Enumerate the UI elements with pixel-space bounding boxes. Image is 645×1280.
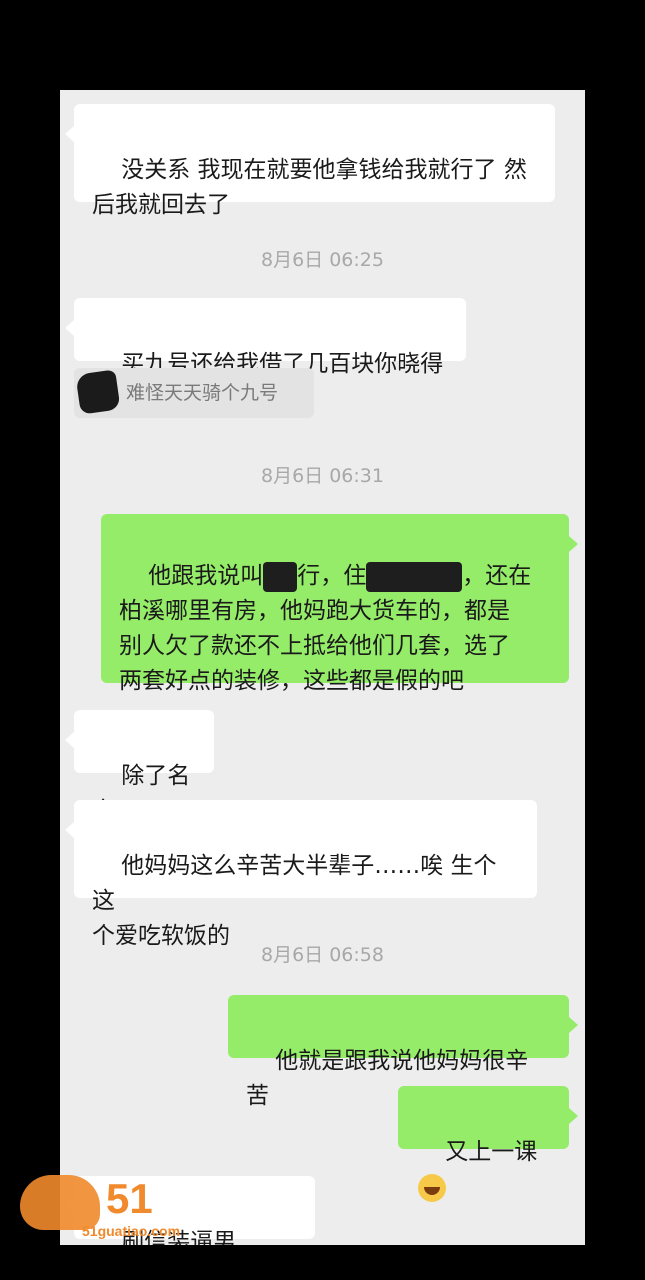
chat-panel: 没关系 我现在就要他拿钱给我就行了 然 后我就回去了 8月6日 06:25 买九… — [60, 90, 585, 1245]
message-bubble-incoming[interactable]: 除了名字 — [65, 710, 214, 824]
quoted-reply[interactable]: 难怪天天骑个九号 — [74, 368, 314, 418]
redaction-mark — [366, 561, 463, 592]
timestamp: 8月6日 06:58 — [261, 944, 384, 966]
message-text: 没关系 我现在就要他拿钱给我就行了 然 后我就回去了 — [92, 157, 527, 218]
message-bubble-incoming[interactable]: 买九号还给我借了几百块你晓得 — [65, 298, 466, 377]
timestamp: 8月6日 06:31 — [261, 465, 384, 487]
redacted-avatar-icon — [75, 369, 121, 415]
message-text: 他妈妈这么辛苦大半辈子……唉 生个这 个爱吃软饭的 — [92, 853, 497, 949]
message-bubble-outgoing[interactable]: 又上一课 — [398, 1086, 578, 1202]
watermark-logo-icon — [20, 1175, 100, 1230]
watermark-url: 51guatiao.com — [82, 1223, 181, 1239]
message-bubble-outgoing[interactable]: 他跟我说叫 行，住 ，还在 柏溪哪里有房，他妈跑大货车的，都是 别人欠了款还不上抵给… — [101, 514, 578, 694]
watermark-number: 51 — [106, 1175, 153, 1222]
message-text-part: 他跟我说叫 — [148, 563, 264, 589]
quoted-text: 难怪天天骑个九号 — [126, 382, 279, 404]
message-bubble-incoming[interactable]: 他妈妈这么辛苦大半辈子……唉 生个这 个爱吃软饭的 — [65, 800, 537, 949]
message-text-part: 行，住 — [297, 563, 367, 589]
redaction-mark — [263, 561, 298, 592]
message-text: 又上一课 — [445, 1139, 538, 1165]
timestamp: 8月6日 06:25 — [261, 249, 384, 271]
watermark: 51 51guatiao.com — [20, 1175, 220, 1245]
laughing-crying-emoji-icon — [418, 1173, 446, 1202]
message-bubble-outgoing[interactable]: 他就是跟我说他妈妈很辛苦 — [228, 995, 578, 1109]
message-bubble-incoming[interactable]: 没关系 我现在就要他拿钱给我就行了 然 后我就回去了 — [65, 104, 555, 218]
